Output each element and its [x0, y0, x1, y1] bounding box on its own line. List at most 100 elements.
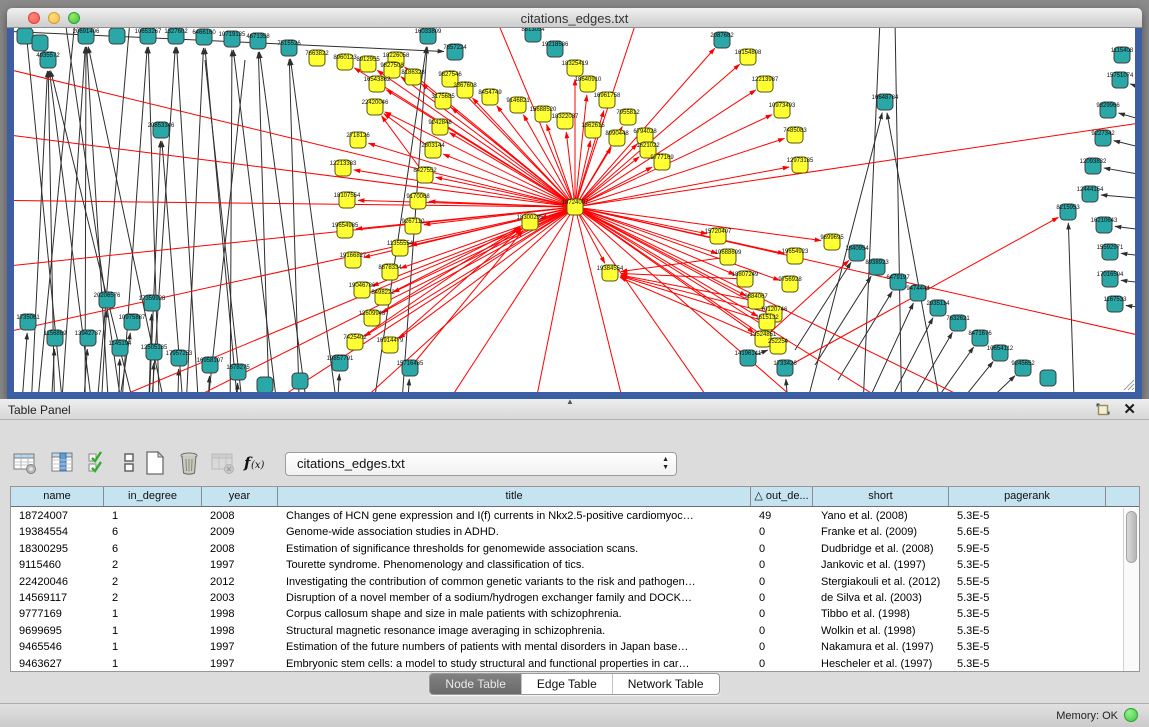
- table-cell[interactable]: Estimation of significance thresholds fo…: [278, 541, 751, 557]
- float-panel-icon[interactable]: [1095, 402, 1111, 418]
- table-cell[interactable]: Corpus callosum shape and size in male p…: [278, 606, 751, 622]
- table-cell[interactable]: 9463627: [11, 656, 104, 671]
- table-cell[interactable]: 0: [751, 606, 813, 622]
- table-cell[interactable]: 2009: [202, 524, 278, 540]
- table-cell[interactable]: Franke et al. (2009): [813, 524, 949, 540]
- graph-node[interactable]: [32, 35, 48, 51]
- table-cell[interactable]: Disruption of a novel member of a sodium…: [278, 590, 751, 606]
- table-row[interactable]: 2242004622012Investigating the contribut…: [11, 574, 1123, 590]
- table-cell[interactable]: 0: [751, 623, 813, 639]
- table-row[interactable]: 1872400712008Changes of HCN gene express…: [11, 508, 1123, 524]
- graph-node[interactable]: [109, 28, 125, 44]
- table-cell[interactable]: 1998: [202, 623, 278, 639]
- table-cell[interactable]: 2: [104, 590, 202, 606]
- table-cell[interactable]: Genome-wide association studies in ADHD.: [278, 524, 751, 540]
- close-panel-icon[interactable]: ✕: [1123, 400, 1136, 418]
- table-cell[interactable]: Tourette syndrome. Phenomenology and cla…: [278, 557, 751, 573]
- table-cell[interactable]: 1997: [202, 639, 278, 655]
- table-cell[interactable]: 2008: [202, 508, 278, 524]
- table-cell[interactable]: 1997: [202, 557, 278, 573]
- table-cell[interactable]: 6: [104, 541, 202, 557]
- table-cell[interactable]: 5.3E-5: [949, 623, 1106, 639]
- table-row[interactable]: 969969511998Structural magnetic resonanc…: [11, 623, 1123, 639]
- table-cell[interactable]: 1: [104, 639, 202, 655]
- table-row[interactable]: 1938455462009Genome-wide association stu…: [11, 524, 1123, 540]
- column-header-pagerank[interactable]: pagerank: [949, 487, 1106, 506]
- table-cell[interactable]: Structural magnetic resonance image aver…: [278, 623, 751, 639]
- table-cell[interactable]: Wolkin et al. (1998): [813, 623, 949, 639]
- column-header-title[interactable]: title: [278, 487, 751, 506]
- tab-network-table[interactable]: Network Table: [613, 674, 719, 694]
- selection-mode-icon[interactable]: [86, 450, 112, 476]
- table-cell[interactable]: 2008: [202, 541, 278, 557]
- row-height-icon[interactable]: [116, 450, 142, 476]
- table-cell[interactable]: 0: [751, 574, 813, 590]
- table-cell[interactable]: Investigating the contribution of common…: [278, 574, 751, 590]
- table-cell[interactable]: Tibbo et al. (1998): [813, 606, 949, 622]
- table-cell[interactable]: Embryonic stem cells: a model to study s…: [278, 656, 751, 671]
- column-visibility-icon[interactable]: [50, 450, 76, 476]
- table-row[interactable]: 1456911722003Disruption of a novel membe…: [11, 590, 1123, 606]
- table-cell[interactable]: 5.5E-5: [949, 574, 1106, 590]
- table-cell[interactable]: 0: [751, 524, 813, 540]
- table-cell[interactable]: Yano et al. (2008): [813, 508, 949, 524]
- column-header-in_degree[interactable]: in_degree: [104, 487, 202, 506]
- function-builder-icon[interactable]: f (x): [242, 450, 268, 476]
- table-cell[interactable]: 5.3E-5: [949, 508, 1106, 524]
- table-cell[interactable]: 18724007: [11, 508, 104, 524]
- table-cell[interactable]: Changes of HCN gene expression and I(f) …: [278, 508, 751, 524]
- table-cell[interactable]: 1997: [202, 656, 278, 671]
- table-cell[interactable]: 2: [104, 557, 202, 573]
- network-canvas[interactable]: 4935572206914061065326713276026466160107…: [14, 28, 1135, 392]
- table-cell[interactable]: 0: [751, 639, 813, 655]
- column-header-out_de[interactable]: △ out_de...: [751, 487, 813, 506]
- table-mode-icon[interactable]: [12, 450, 38, 476]
- table-cell[interactable]: 0: [751, 557, 813, 573]
- table-cell[interactable]: 9115460: [11, 557, 104, 573]
- table-cell[interactable]: Jankovic et al. (1997): [813, 557, 949, 573]
- graph-node[interactable]: [257, 377, 273, 392]
- splitter-handle-icon[interactable]: ▲: [566, 397, 574, 406]
- table-panel-header[interactable]: ▲ Table Panel ✕: [0, 399, 1149, 420]
- table-cell[interactable]: 5.3E-5: [949, 606, 1106, 622]
- table-row[interactable]: 1830029562008Estimation of significance …: [11, 541, 1123, 557]
- table-cell[interactable]: 18300295: [11, 541, 104, 557]
- table-cell[interactable]: 5.3E-5: [949, 639, 1106, 655]
- table-cell[interactable]: 2012: [202, 574, 278, 590]
- table-cell[interactable]: 9777169: [11, 606, 104, 622]
- vertical-scrollbar[interactable]: [1123, 508, 1139, 671]
- graph-node[interactable]: [1040, 370, 1056, 386]
- delete-table-icon[interactable]: [210, 450, 236, 476]
- column-header-name[interactable]: name: [11, 487, 104, 506]
- network-table-selector[interactable]: citations_edges.txt ▲▼: [285, 452, 677, 476]
- table-cell[interactable]: 2: [104, 574, 202, 590]
- table-cell[interactable]: 1: [104, 623, 202, 639]
- delete-column-icon[interactable]: [176, 450, 202, 476]
- resize-grip[interactable]: [1124, 380, 1134, 390]
- graph-node[interactable]: [17, 28, 33, 44]
- table-cell[interactable]: 49: [751, 508, 813, 524]
- table-cell[interactable]: 5.9E-5: [949, 541, 1106, 557]
- column-header-short[interactable]: short: [813, 487, 949, 506]
- table-cell[interactable]: de Silva et al. (2003): [813, 590, 949, 606]
- table-cell[interactable]: Hescheler et al. (1997): [813, 656, 949, 671]
- table-cell[interactable]: 2003: [202, 590, 278, 606]
- table-row[interactable]: 911546021997Tourette syndrome. Phenomeno…: [11, 557, 1123, 573]
- table-cell[interactable]: 1998: [202, 606, 278, 622]
- tab-edge-table[interactable]: Edge Table: [522, 674, 613, 694]
- table-cell[interactable]: 5.3E-5: [949, 557, 1106, 573]
- table-row[interactable]: 946362711997Embryonic stem cells: a mode…: [11, 656, 1123, 671]
- table-cell[interactable]: 9699695: [11, 623, 104, 639]
- table-cell[interactable]: 6: [104, 524, 202, 540]
- table-cell[interactable]: 0: [751, 656, 813, 671]
- tab-node-table[interactable]: Node Table: [430, 674, 522, 694]
- table-cell[interactable]: 1: [104, 656, 202, 671]
- memory-status-icon[interactable]: [1124, 708, 1138, 722]
- column-header-year[interactable]: year: [202, 487, 278, 506]
- table-cell[interactable]: 19384554: [11, 524, 104, 540]
- table-cell[interactable]: 5.3E-5: [949, 656, 1106, 671]
- table-cell[interactable]: Dudbridge et al. (2008): [813, 541, 949, 557]
- graph-node[interactable]: [292, 373, 308, 389]
- new-column-icon[interactable]: [142, 450, 168, 476]
- table-cell[interactable]: 1: [104, 606, 202, 622]
